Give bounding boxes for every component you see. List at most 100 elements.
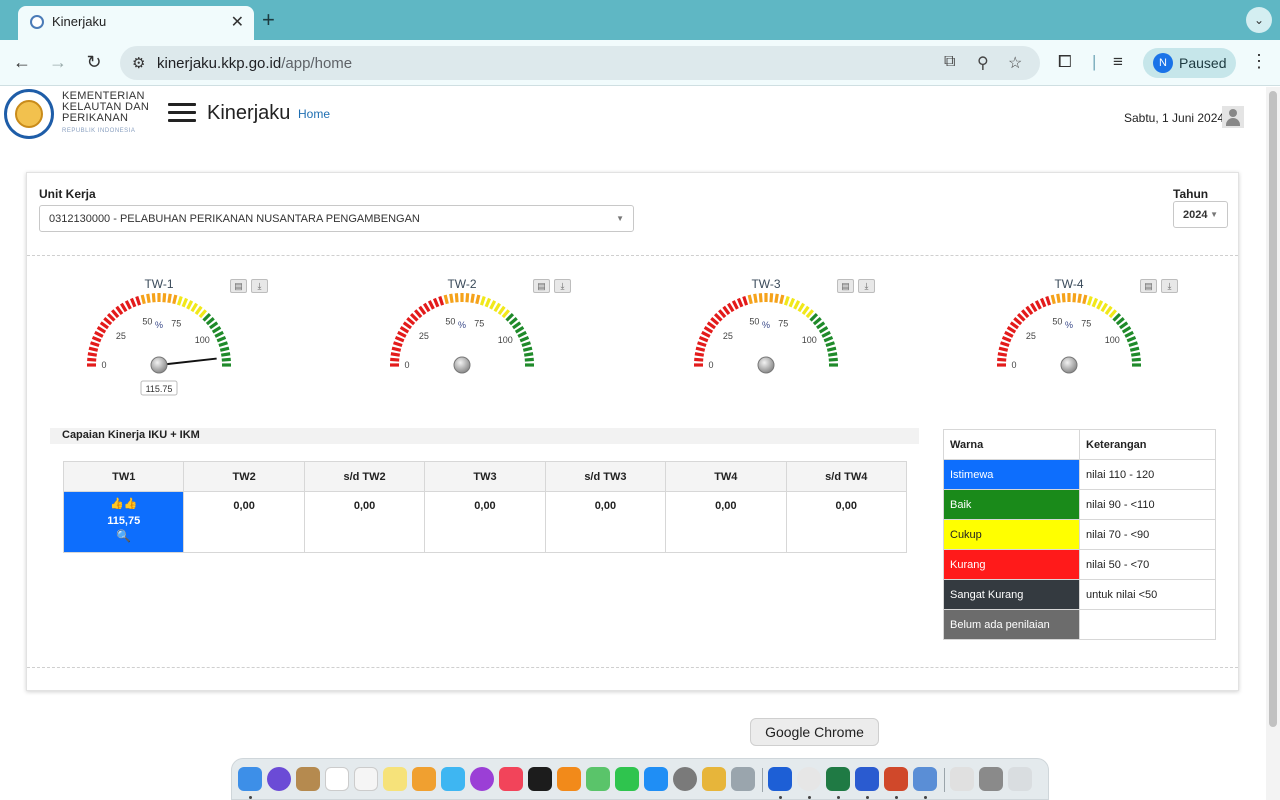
gauge-tick-label: 25 — [1026, 331, 1036, 341]
gauge-tick — [399, 326, 410, 334]
photos-icon[interactable] — [412, 767, 436, 791]
close-tab-icon[interactable]: ✕ — [231, 12, 244, 32]
trash-icon[interactable] — [1008, 767, 1032, 791]
favicon-icon — [30, 15, 44, 29]
maps-icon[interactable] — [586, 767, 610, 791]
contacts-icon[interactable] — [296, 767, 320, 791]
legend-row: Kurang nilai 50 - <70 — [943, 549, 1216, 580]
new-tab-icon[interactable]: + — [262, 7, 275, 33]
legend-description: nilai 50 - <70 — [1079, 549, 1216, 580]
tahun-select[interactable]: 2024 ▼ — [1173, 201, 1228, 228]
gauge-tick-label: 100 — [498, 335, 513, 345]
macos-dock — [231, 758, 1049, 800]
launchpad-icon[interactable] — [731, 767, 755, 791]
download-icon[interactable]: ⤓ — [251, 279, 268, 293]
media-icon[interactable]: ≡ — [1113, 52, 1123, 72]
breadcrumb-home[interactable]: Home — [298, 107, 330, 121]
print-icon[interactable]: ▤ — [837, 279, 854, 293]
logo-emblem-icon — [15, 100, 43, 128]
gauge-tick — [475, 294, 481, 305]
zoom-icon[interactable]: ⚲ — [977, 53, 989, 73]
teamviewer-icon[interactable] — [768, 767, 792, 791]
gauge-tick — [454, 293, 459, 303]
gauge-tick — [176, 296, 183, 306]
gauge-tick — [402, 321, 412, 330]
gauge-tick — [409, 312, 419, 322]
preview-icon[interactable] — [913, 767, 937, 791]
address-bar[interactable]: ⚙ kinerjaku.kkp.go.id/app/home ⧉ ⚲ ☆ — [120, 46, 1040, 80]
gauge-tick — [397, 330, 407, 338]
gauge-tick — [747, 294, 753, 305]
app-store-icon[interactable] — [644, 767, 668, 791]
siri-icon[interactable] — [267, 767, 291, 791]
gauge-tick-label: 0 — [1011, 360, 1016, 370]
profile-button[interactable]: N Paused — [1143, 48, 1236, 78]
podcasts-icon[interactable] — [470, 767, 494, 791]
powerpoint-icon[interactable] — [884, 767, 908, 791]
gauge-tick — [710, 317, 720, 326]
gauge-tick — [390, 357, 400, 362]
music-icon[interactable] — [499, 767, 523, 791]
profile-label: Paused — [1179, 55, 1227, 71]
gauge-tick — [505, 312, 515, 322]
tv-icon[interactable] — [528, 767, 552, 791]
col-header: s/d TW3 — [544, 461, 667, 492]
reload-icon[interactable]: ↻ — [83, 52, 105, 73]
back-icon[interactable]: ← — [11, 52, 33, 73]
translate-icon[interactable]: ⧉ — [944, 53, 955, 71]
print-icon[interactable]: ▤ — [533, 279, 550, 293]
reminders-icon[interactable] — [354, 767, 378, 791]
browser-tab[interactable]: Kinerjaku ✕ — [18, 6, 254, 40]
more-menu-icon[interactable]: ⋮ — [1250, 51, 1268, 72]
books-icon[interactable] — [557, 767, 581, 791]
notes-icon[interactable] — [383, 767, 407, 791]
finder-icon[interactable] — [238, 767, 262, 791]
printer-icon[interactable] — [979, 767, 1003, 791]
hamburger-menu-icon[interactable] — [168, 103, 196, 123]
calendar-icon[interactable] — [325, 767, 349, 791]
gauge-tick — [140, 294, 146, 305]
gauge-tick — [87, 357, 97, 362]
unit-kerja-select[interactable]: 0312130000 - PELABUHAN PERIKANAN NUSANTA… — [39, 205, 634, 232]
gauge-tick — [1124, 330, 1134, 338]
site-settings-icon[interactable]: ⚙ — [132, 54, 145, 72]
user-avatar-icon[interactable] — [1222, 106, 1244, 128]
extensions-icon[interactable]: ⧠ — [1058, 52, 1072, 72]
download-icon[interactable]: ⤓ — [554, 279, 571, 293]
tw1-cell[interactable]: 👍👍 115,75 🔍 — [62, 491, 185, 553]
page-scrollbar[interactable] — [1266, 87, 1280, 800]
chevron-down-icon[interactable]: ⌄ — [1246, 7, 1272, 33]
download-icon[interactable]: ⤓ — [1161, 279, 1178, 293]
bookmark-star-icon[interactable]: ☆ — [1008, 53, 1022, 73]
col-header: TW4 — [665, 461, 787, 492]
thumbs-up-icon: 👍👍 — [110, 498, 138, 510]
gauge-tick — [479, 296, 486, 306]
gauge-tick — [90, 341, 100, 348]
gauge-tick — [694, 357, 704, 362]
search-icon[interactable]: 🔍 — [64, 529, 183, 543]
excel-icon[interactable] — [826, 767, 850, 791]
caret-down-icon: ▼ — [1210, 210, 1218, 219]
system-settings-icon[interactable] — [673, 767, 697, 791]
facetime-icon[interactable] — [615, 767, 639, 791]
scrollbar-thumb[interactable] — [1269, 91, 1277, 727]
table-cell: 0,00 — [183, 491, 305, 553]
col-header: s/d TW2 — [303, 461, 426, 492]
legend-description: untuk nilai <50 — [1079, 579, 1216, 610]
word-icon[interactable] — [855, 767, 879, 791]
gauge-tick — [826, 346, 837, 352]
legend-row: Baik nilai 90 - <110 — [943, 489, 1216, 520]
help-icon[interactable] — [950, 767, 974, 791]
forward-icon[interactable]: → — [47, 52, 69, 73]
capaian-section-header: Capaian Kinerja IKU + IKM — [50, 428, 919, 444]
print-icon[interactable]: ▤ — [230, 279, 247, 293]
gauge-tick — [1121, 326, 1132, 334]
download-icon[interactable]: ⤓ — [858, 279, 875, 293]
chrome-icon[interactable] — [797, 767, 821, 791]
archive-icon[interactable] — [702, 767, 726, 791]
print-icon[interactable]: ▤ — [1140, 279, 1157, 293]
messages-icon[interactable] — [441, 767, 465, 791]
gauge-tick — [1091, 297, 1099, 308]
table-cell: 0,00 — [303, 491, 426, 553]
url-text[interactable]: kinerjaku.kkp.go.id/app/home — [157, 55, 352, 72]
